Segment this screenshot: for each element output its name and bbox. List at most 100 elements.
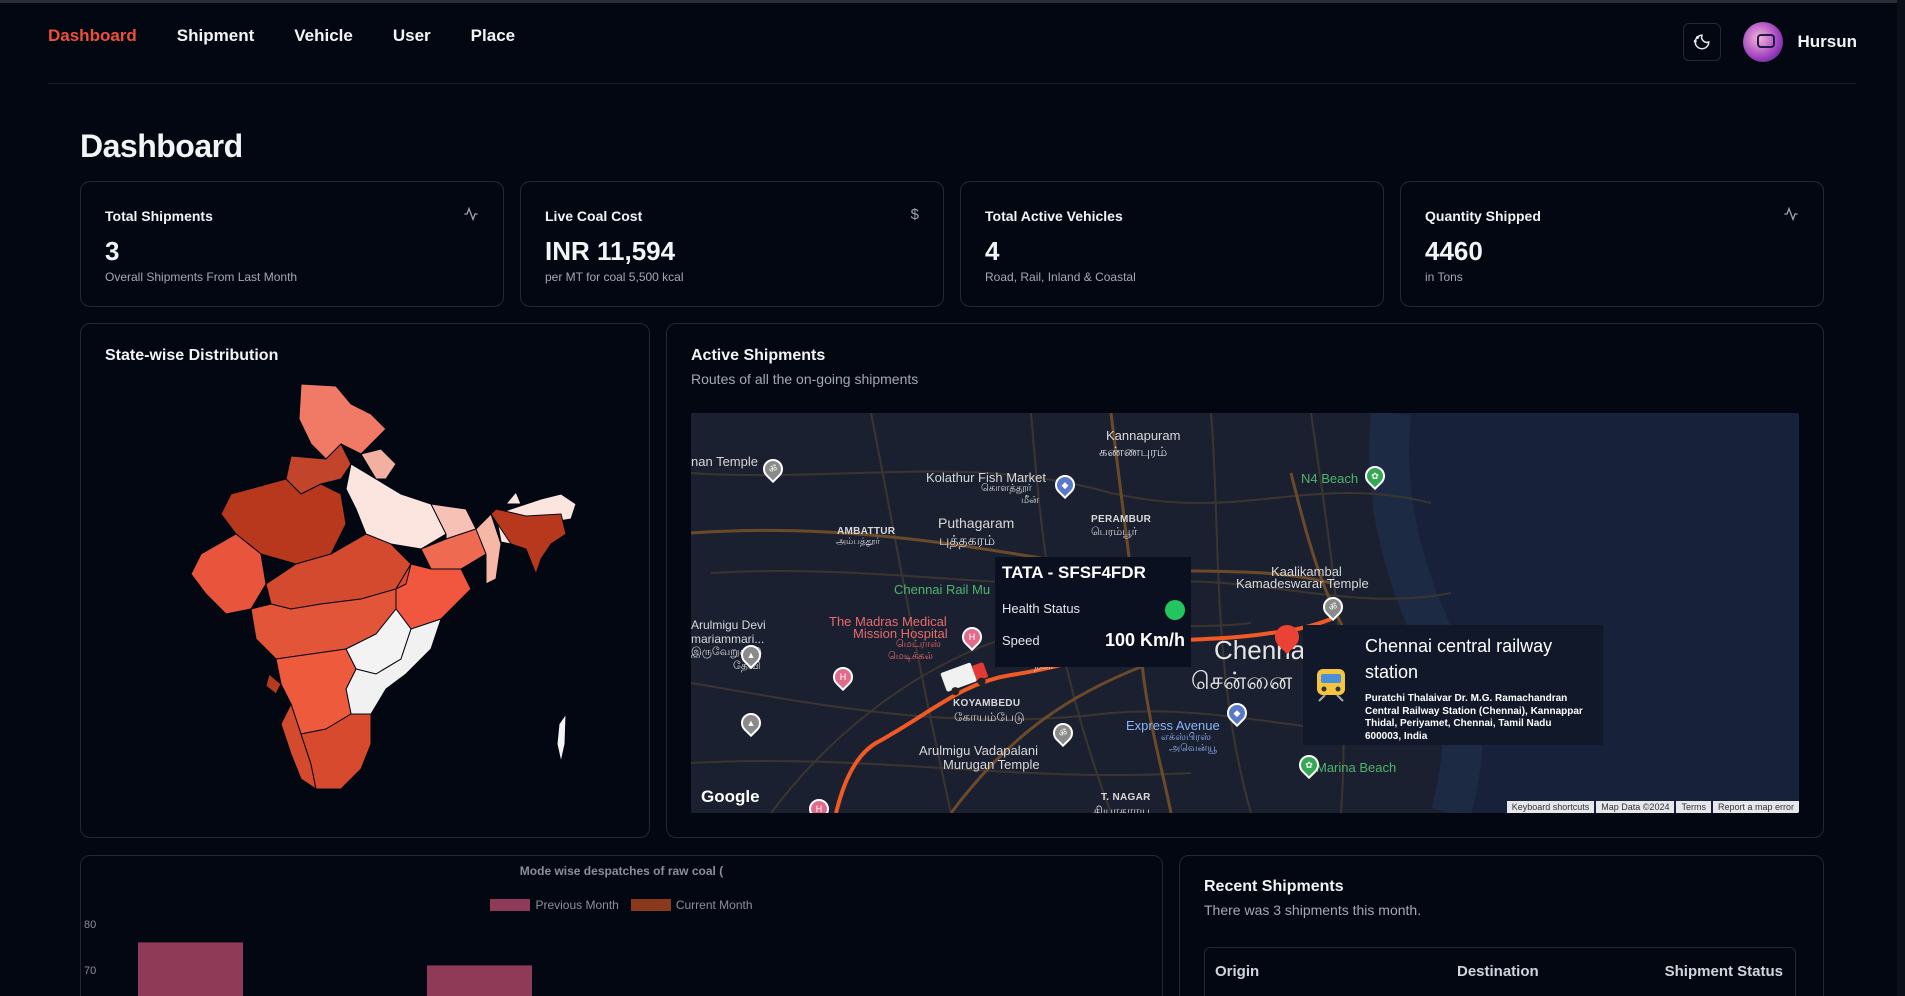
y-tick-label: 80 (84, 919, 96, 931)
map-label: Express Avenue (1126, 718, 1220, 733)
stat-label: Total Shipments (105, 208, 213, 224)
map-label: புத்தகரம் (939, 532, 996, 548)
stat-value: 4460 (1425, 236, 1483, 266)
recent-shipments-card: Recent Shipments There was 3 shipments t… (1179, 855, 1824, 996)
nav-user[interactable]: User (393, 26, 431, 46)
bar-previous-month[interactable] (427, 965, 532, 996)
map-label: கோயம்பேடு (954, 710, 1025, 724)
card-title: State-wise Distribution (105, 347, 279, 364)
shipments-table: Origin Destination Shipment Status (1204, 947, 1796, 996)
nav-right: Hursun (1682, 22, 1858, 62)
nav-place[interactable]: Place (471, 26, 515, 46)
map-label: மெட்ராஸ் (896, 639, 941, 650)
dollar-icon: $ (910, 206, 919, 223)
map-label: N4 Beach (1301, 471, 1359, 486)
stat-card-live-coal-cost: Live Coal Cost $ INR 11,594 per MT for c… (520, 181, 944, 307)
india-choropleth-map[interactable] (141, 384, 581, 804)
stat-label: Total Active Vehicles (985, 208, 1123, 224)
window-top-edge (0, 0, 1905, 3)
station-info-popup: Chennai central railway station Puratchi… (1303, 625, 1603, 745)
stat-card-quantity-shipped: Quantity Shipped 4460 in Tons (1400, 181, 1824, 307)
health-status-indicator (1165, 600, 1185, 620)
active-shipments-card: Active Shipments Routes of all the on-go… (666, 323, 1824, 838)
map-label: Puthagaram (938, 515, 1015, 531)
map-label: எக்ஸ்பிரஸ் (1161, 732, 1211, 743)
stat-card-active-vehicles: Total Active Vehicles 4 Road, Rail, Inla… (960, 181, 1384, 307)
activity-icon (464, 206, 478, 222)
map-label: மீன் (1021, 495, 1039, 506)
report-error-link[interactable]: Report a map error (1712, 801, 1799, 813)
scrollbar[interactable] (1897, 0, 1905, 996)
map-label: கொளத்தூர் (981, 483, 1032, 494)
map-label: தியாகராய (1093, 804, 1150, 813)
region-andaman (556, 712, 567, 763)
map-label: T. NAGAR (1101, 792, 1151, 803)
map-label: Kamadeswarar Temple (1236, 576, 1369, 591)
card-title: Recent Shipments (1204, 878, 1344, 895)
stat-sub: in Tons (1425, 270, 1463, 284)
map-label: nan Temple (691, 454, 758, 469)
region-goa (265, 673, 282, 695)
stat-sub: per MT for coal 5,500 kcal (545, 270, 684, 284)
stat-card-total-shipments: Total Shipments 3 Overall Shipments From… (80, 181, 504, 307)
region-up (345, 463, 447, 550)
stat-sub: Road, Rail, Inland & Coastal (985, 270, 1136, 284)
map-label: mariammari... (691, 632, 765, 646)
map-label: Murugan Temple (943, 757, 1040, 772)
speed-label: Speed (1002, 633, 1040, 648)
map-label: அவென்யூ (1169, 743, 1218, 754)
card-title: Active Shipments (691, 347, 826, 364)
train-icon (1317, 669, 1345, 702)
map-label: KOYAMBEDU (953, 698, 1021, 709)
map-label: Chennai Rail Mu (894, 582, 991, 597)
main-nav: Dashboard Shipment Vehicle User Place (48, 26, 515, 46)
shipment-map[interactable]: nan Temple Kannapuram கண்ணபுரம் Kolathur… (691, 413, 1799, 813)
bar-previous-month[interactable] (138, 942, 243, 996)
map-label: அம்பத்தூர் (836, 536, 880, 546)
page-title: Dashboard (80, 128, 243, 164)
map-label: PERAMBUR (1091, 514, 1152, 525)
activity-icon (1784, 206, 1798, 222)
nav-vehicle[interactable]: Vehicle (294, 26, 353, 46)
speed-value: 100 Km/h (1104, 630, 1185, 650)
stat-sub: Overall Shipments From Last Month (105, 270, 298, 284)
station-name: Chennai central railway station (1365, 636, 1553, 683)
username[interactable]: Hursun (1798, 32, 1858, 52)
region-ne-small (504, 491, 522, 505)
avatar[interactable] (1742, 22, 1783, 62)
vehicle-info-popup: TATA - SFSF4FDR Health Status Speed 100 … (995, 557, 1191, 667)
y-tick-label: 70 (84, 965, 96, 977)
card-subtitle: There was 3 shipments this month. (1204, 902, 1422, 918)
stat-value: 4 (985, 236, 1000, 266)
keyboard-shortcuts-link[interactable]: Keyboard shortcuts (1506, 801, 1595, 813)
nav-divider (48, 83, 1856, 84)
map-label: பெரம்பூர் (1091, 526, 1138, 538)
map-footer: Keyboard shortcuts Map Data ©2024 Terms … (1506, 801, 1799, 813)
moon-icon (1693, 34, 1710, 50)
truck-icon[interactable] (939, 657, 991, 697)
bar-chart: 80 70 (84, 919, 532, 996)
theme-toggle-button[interactable] (1682, 23, 1721, 61)
map-data-label: Map Data ©2024 (1596, 801, 1675, 813)
map-label: Marina Beach (1316, 760, 1397, 775)
terms-link[interactable]: Terms (1676, 801, 1711, 813)
map-label: Kannapuram (1106, 428, 1181, 443)
map-label: மெடிக்கல் (888, 651, 933, 662)
card-subtitle: Routes of all the on-going shipments (691, 371, 919, 387)
station-address: Puratchi Thalaivar Dr. M.G. Ramachandran… (1365, 693, 1583, 742)
column-header-destination[interactable]: Destination (1457, 963, 1539, 980)
stat-value: INR 11,594 (545, 236, 676, 266)
map-label: Arulmigu Vadapalani (919, 743, 1038, 758)
health-label: Health Status (1002, 601, 1081, 616)
state-distribution-card: State-wise Distribution (80, 323, 650, 838)
vehicle-id: TATA - SFSF4FDR (1002, 563, 1146, 582)
nav-shipment[interactable]: Shipment (177, 26, 254, 46)
column-header-status[interactable]: Shipment Status (1665, 963, 1783, 980)
column-header-origin[interactable]: Origin (1215, 963, 1259, 980)
stat-label: Quantity Shipped (1425, 208, 1541, 224)
despatch-chart-card: Mode wise despatches of raw coal ( Previ… (80, 855, 1163, 996)
nav-dashboard[interactable]: Dashboard (48, 26, 137, 46)
map-label: கண்ணபுரம் (1099, 444, 1168, 459)
map-label-city: சென்னை (1191, 668, 1293, 695)
map-label: Arulmigu Devi (691, 618, 766, 632)
